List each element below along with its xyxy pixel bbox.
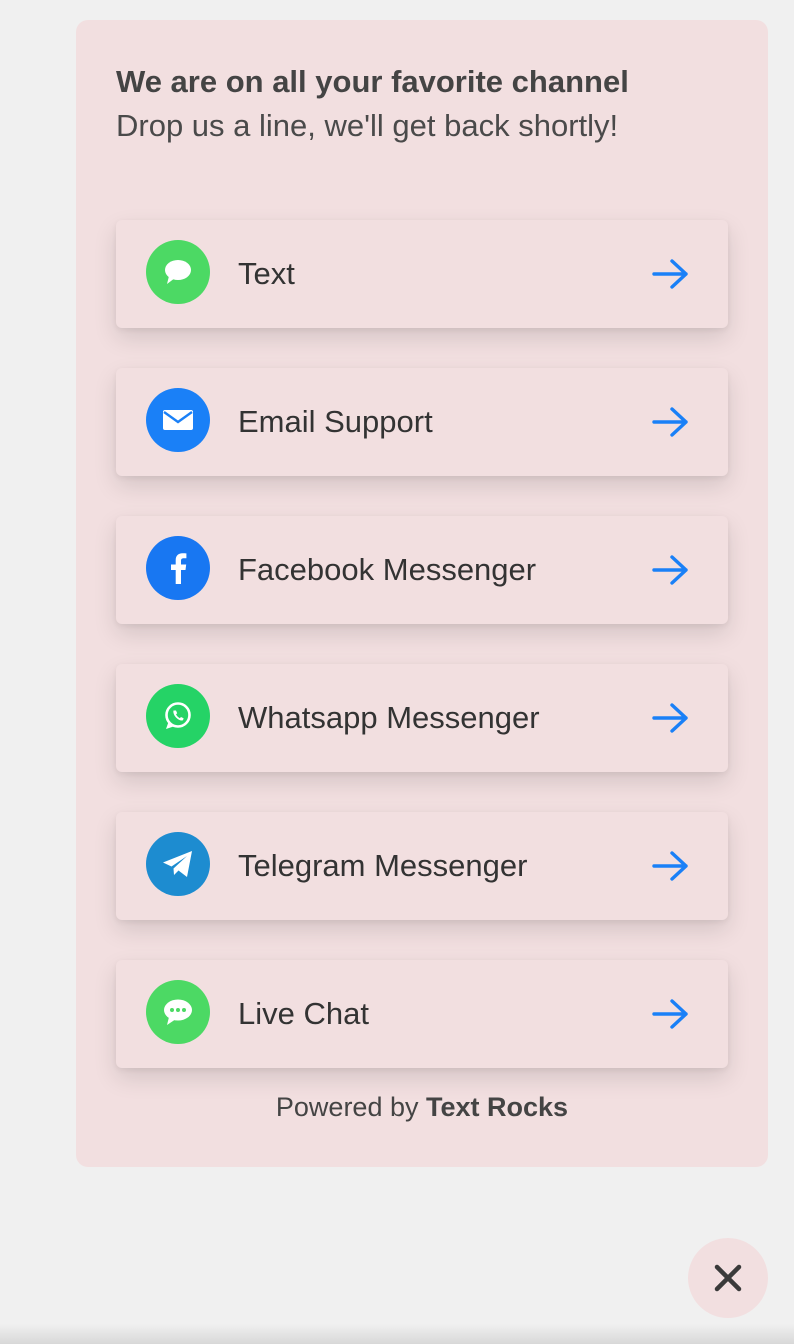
arrow-right-icon (652, 259, 688, 289)
arrow-right-icon (652, 407, 688, 437)
close-icon (714, 1264, 742, 1292)
sms-bubble-icon (146, 240, 210, 304)
channel-label: Facebook Messenger (238, 552, 537, 587)
powered-by-brand-link[interactable]: Text Rocks (426, 1092, 568, 1122)
facebook-icon (146, 536, 210, 600)
channel-text-button[interactable]: Text (116, 220, 728, 328)
telegram-icon (146, 832, 210, 896)
channel-facebook-button[interactable]: Facebook Messenger (116, 516, 728, 624)
arrow-right-icon (652, 555, 688, 585)
channel-label: Email Support (238, 404, 433, 439)
arrow-right-icon (652, 851, 688, 881)
arrow-right-icon (652, 703, 688, 733)
channel-label: Whatsapp Messenger (238, 700, 540, 735)
powered-by-footer: Powered by Text Rocks (76, 1092, 768, 1123)
channel-live-chat-button[interactable]: Live Chat (116, 960, 728, 1068)
close-widget-button[interactable] (688, 1238, 768, 1318)
channel-email-button[interactable]: Email Support (116, 368, 728, 476)
channel-label: Text (238, 256, 295, 291)
powered-by-prefix: Powered by (275, 1092, 419, 1122)
arrow-right-icon (652, 999, 688, 1029)
chat-bubble-icon (146, 980, 210, 1044)
widget-subtitle: Drop us a line, we'll get back shortly! (116, 108, 619, 143)
widget-title: We are on all your favorite channel (116, 64, 629, 99)
whatsapp-icon (146, 684, 210, 748)
channel-list: Text Email Support Facebook Messenger Wh… (116, 220, 728, 1108)
envelope-icon (146, 388, 210, 452)
contact-widget-panel: We are on all your favorite channel Drop… (76, 20, 768, 1167)
channel-label: Live Chat (238, 996, 369, 1031)
channel-label: Telegram Messenger (238, 848, 528, 883)
channel-telegram-button[interactable]: Telegram Messenger (116, 812, 728, 920)
bottom-edge-shadow (0, 1324, 794, 1344)
channel-whatsapp-button[interactable]: Whatsapp Messenger (116, 664, 728, 772)
